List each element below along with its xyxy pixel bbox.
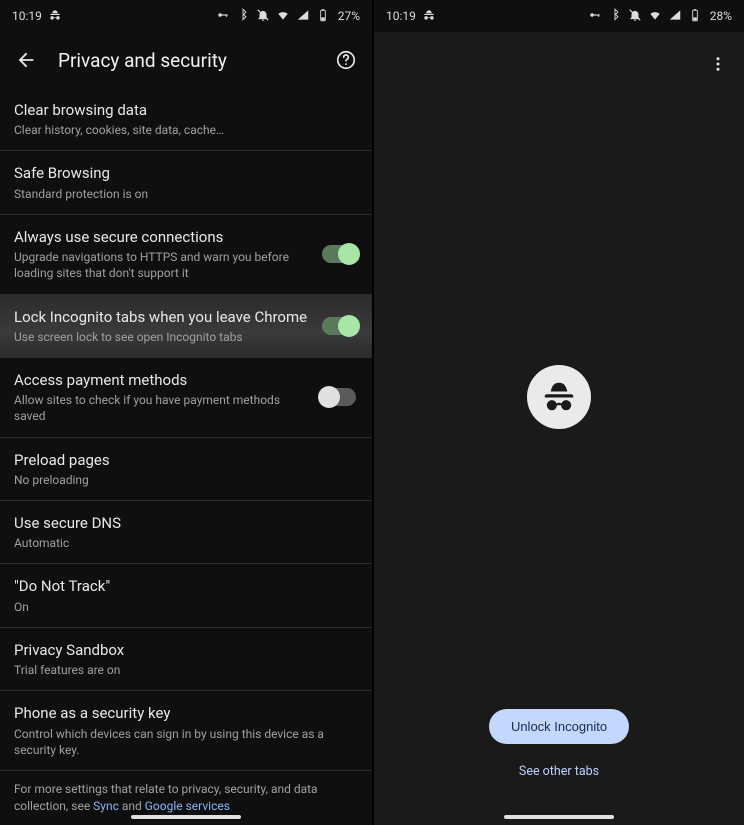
help-button[interactable] <box>334 48 358 72</box>
row-subtitle: Standard protection is on <box>14 186 356 202</box>
row-subtitle: Control which devices can sign in by usi… <box>14 726 356 758</box>
settings-header: Privacy and security <box>0 32 372 88</box>
status-time: 10:19 <box>386 9 416 23</box>
more-vert-icon <box>709 55 727 73</box>
row-preload-pages[interactable]: Preload pages No preloading <box>0 438 372 501</box>
row-lock-incognito[interactable]: Lock Incognito tabs when you leave Chrom… <box>0 295 372 358</box>
row-payment-methods[interactable]: Access payment methods Allow sites to ch… <box>0 358 372 438</box>
row-secure-dns[interactable]: Use secure DNS Automatic <box>0 501 372 564</box>
status-time: 10:19 <box>12 9 42 23</box>
bluetooth-icon <box>236 8 250 25</box>
battery-icon <box>688 8 702 25</box>
incognito-status-icon <box>48 8 62 25</box>
back-button[interactable] <box>14 48 38 72</box>
vpn-key-icon <box>588 8 602 25</box>
wifi-icon <box>648 8 662 25</box>
settings-screen: 10:19 27% Privacy and security <box>0 0 372 825</box>
row-title: Lock Incognito tabs when you leave Chrom… <box>14 307 312 327</box>
nav-pill[interactable] <box>131 815 241 819</box>
overflow-menu-button[interactable] <box>706 52 730 76</box>
row-safe-browsing[interactable]: Safe Browsing Standard protection is on <box>0 151 372 214</box>
see-other-tabs-link[interactable]: See other tabs <box>519 764 599 779</box>
row-title: Always use secure connections <box>14 227 312 247</box>
row-title: Privacy Sandbox <box>14 640 356 660</box>
row-title: "Do Not Track" <box>14 576 356 596</box>
battery-text: 27% <box>338 9 360 23</box>
row-title: Safe Browsing <box>14 163 356 183</box>
toggle-payment-methods[interactable] <box>322 388 356 406</box>
status-bar: 10:19 27% <box>0 0 372 32</box>
row-subtitle: Clear history, cookies, site data, cache… <box>14 122 356 138</box>
row-subtitle: No preloading <box>14 472 356 488</box>
row-do-not-track[interactable]: "Do Not Track" On <box>0 564 372 627</box>
signal-icon <box>296 8 310 25</box>
row-subtitle: Use screen lock to see open Incognito ta… <box>14 329 312 345</box>
settings-list[interactable]: Clear browsing data Clear history, cooki… <box>0 88 372 825</box>
row-subtitle: On <box>14 599 356 615</box>
row-subtitle: Allow sites to check if you have payment… <box>14 392 312 424</box>
vpn-key-icon <box>216 8 230 25</box>
row-subtitle: Upgrade navigations to HTTPS and warn yo… <box>14 249 312 281</box>
row-phone-security-key[interactable]: Phone as a security key Control which de… <box>0 691 372 771</box>
row-privacy-sandbox[interactable]: Privacy Sandbox Trial features are on <box>0 628 372 691</box>
status-bar: 10:19 28% <box>374 0 744 32</box>
settings-footer-note: For more settings that relate to privacy… <box>0 771 372 820</box>
link-google-services[interactable]: Google services <box>145 799 230 813</box>
help-icon <box>335 49 357 71</box>
row-title: Clear browsing data <box>14 100 356 120</box>
signal-icon <box>668 8 682 25</box>
nav-pill[interactable] <box>504 815 614 819</box>
unlock-incognito-button[interactable]: Unlock Incognito <box>489 709 629 744</box>
row-title: Use secure DNS <box>14 513 356 533</box>
row-secure-connections[interactable]: Always use secure connections Upgrade na… <box>0 215 372 295</box>
bluetooth-icon <box>608 8 622 25</box>
wifi-icon <box>276 8 290 25</box>
row-clear-browsing-data[interactable]: Clear browsing data Clear history, cooki… <box>0 88 372 151</box>
toggle-lock-incognito[interactable] <box>322 317 356 335</box>
row-title: Access payment methods <box>14 370 312 390</box>
incognito-hero <box>527 365 591 429</box>
row-title: Preload pages <box>14 450 356 470</box>
arrow-back-icon <box>15 49 37 71</box>
incognito-icon <box>527 365 591 429</box>
row-title: Phone as a security key <box>14 703 356 723</box>
incognito-status-icon <box>422 8 436 25</box>
row-subtitle: Trial features are on <box>14 662 356 678</box>
link-sync[interactable]: Sync <box>93 799 119 813</box>
dnd-icon <box>628 8 642 25</box>
battery-text: 28% <box>710 9 732 23</box>
row-subtitle: Automatic <box>14 535 356 551</box>
dnd-icon <box>256 8 270 25</box>
toggle-secure-connections[interactable] <box>322 245 356 263</box>
battery-icon <box>316 8 330 25</box>
incognito-lock-screen: 10:19 28% <box>372 0 744 825</box>
page-title: Privacy and security <box>58 49 314 72</box>
